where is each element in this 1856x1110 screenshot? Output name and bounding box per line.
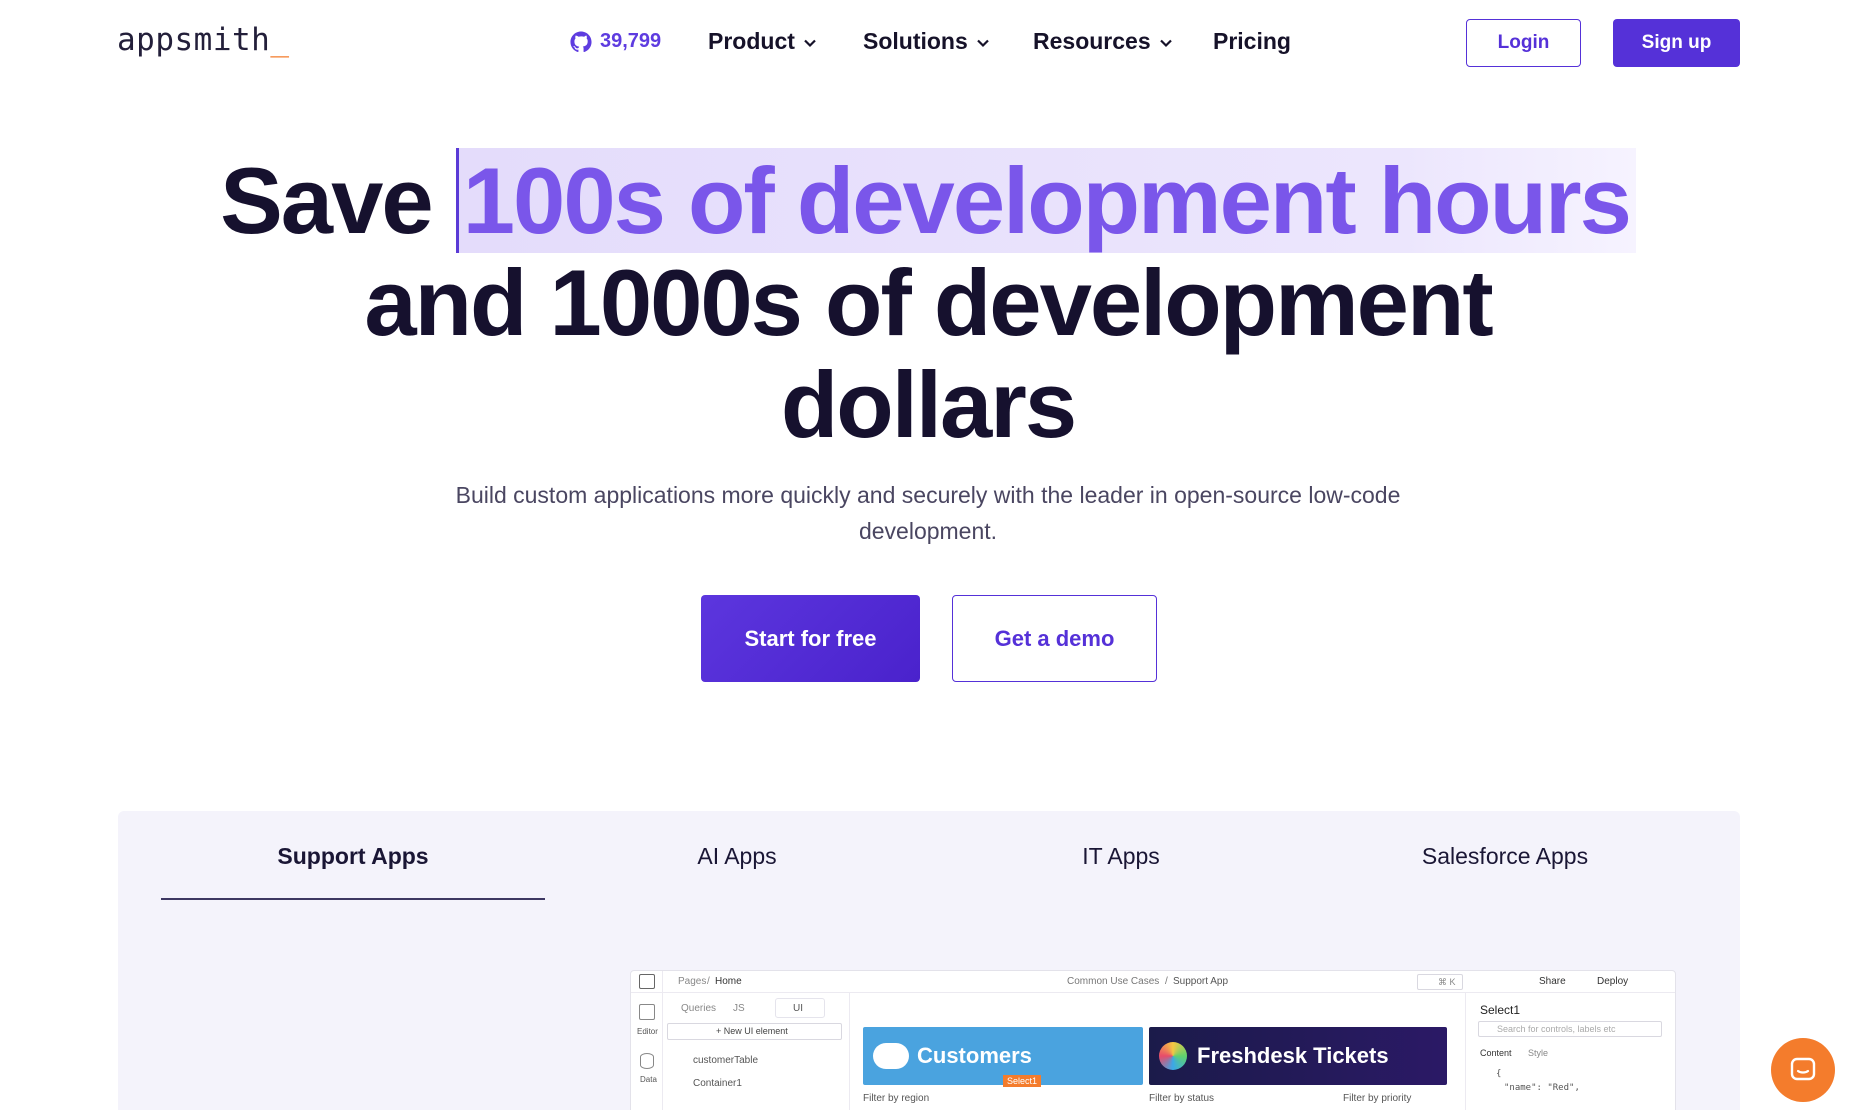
tab-it-apps[interactable]: IT Apps [929,843,1313,870]
tab-support-apps[interactable]: Support Apps [161,843,545,870]
side-tab-ui[interactable]: UI [793,1003,803,1014]
app-side-panel: Queries JS UI + New UI element customerT… [663,993,850,1110]
chat-widget-button[interactable] [1771,1038,1835,1102]
signup-button[interactable]: Sign up [1613,19,1740,67]
app-breadcrumb-home: Home [715,976,742,987]
tree-item-customer-table[interactable]: customerTable [693,1055,758,1066]
start-for-free-button[interactable]: Start for free [701,595,920,682]
appsmith-logo[interactable]: appsmith_ [117,22,289,58]
freshdesk-logo-icon [1159,1042,1187,1070]
select1-tag: Select1 [1003,1075,1042,1087]
chevron-down-icon [804,39,816,48]
login-button[interactable]: Login [1466,19,1581,67]
hero-line-1: Save 100s of development hours [0,148,1856,253]
active-tab-indicator [161,898,545,900]
property-tab-style[interactable]: Style [1528,1048,1548,1058]
filter-by-status-label: Filter by status [1149,1093,1215,1104]
chat-icon [1790,1057,1816,1081]
app-logo-icon [639,974,655,989]
app-top-bar: Pages / Home Common Use Cases / Support … [631,971,1675,993]
hero-highlight: 100s of development hours [455,148,1636,253]
app-deploy-button[interactable]: Deploy [1597,976,1628,987]
property-pane-title: Select1 [1480,1003,1521,1017]
tab-ai-apps[interactable]: AI Apps [545,843,929,870]
side-tab-queries[interactable]: Queries [681,1003,716,1014]
github-icon [570,30,592,52]
salesforce-logo-icon [873,1043,909,1069]
github-stars-link[interactable]: 39,799 [570,30,661,53]
new-ui-element-button[interactable]: + New UI element [667,1023,842,1040]
editor-icon[interactable] [639,1004,655,1020]
freshdesk-tickets-card[interactable]: Freshdesk Tickets [1149,1027,1447,1085]
hero-subtitle: Build custom applications more quickly a… [455,482,1401,544]
data-icon[interactable] [640,1053,654,1069]
app-left-rail: Editor Data [631,971,663,1110]
hero-title: Save 100s of development hours and 1000s… [0,148,1856,457]
tree-item-container1[interactable]: Container1 [693,1078,742,1089]
hero-line-3: dollars [780,352,1077,457]
app-breadcrumb-pages: Pages [678,976,707,987]
app-share-button[interactable]: Share [1539,976,1566,987]
app-search-box[interactable]: ⌘ K [1417,974,1463,990]
side-tab-js[interactable]: JS [733,1003,745,1014]
nav-menu-pricing[interactable]: Pricing [1213,28,1291,55]
hero-line-2: and 1000s of development [364,250,1493,355]
tab-salesforce-apps[interactable]: Salesforce Apps [1313,843,1697,870]
chevron-down-icon [1159,39,1172,48]
property-search-input[interactable]: Search for controls, labels etc [1478,1021,1662,1037]
top-nav: appsmith_ 39,799 Product Solutions Resou… [0,0,1856,88]
nav-menu-resources[interactable]: Resources [1033,28,1173,55]
github-star-count: 39,799 [600,30,662,52]
property-tab-content[interactable]: Content [1480,1048,1512,1058]
nav-menu-solutions[interactable]: Solutions [863,28,990,55]
app-preview-screenshot: Pages / Home Common Use Cases / Support … [630,970,1676,1110]
app-breadcrumb-center-1: Common Use Cases [1067,976,1160,987]
filter-by-priority-label: Filter by priority [1343,1093,1412,1104]
get-a-demo-button[interactable]: Get a demo [952,595,1157,682]
nav-menu-product[interactable]: Product [708,28,817,55]
chevron-down-icon [977,39,989,48]
filter-by-region-label: Filter by region [863,1093,930,1104]
app-property-pane: Select1 Search for controls, labels etc … [1465,993,1675,1110]
app-breadcrumb-center-2: Support App [1173,976,1229,987]
